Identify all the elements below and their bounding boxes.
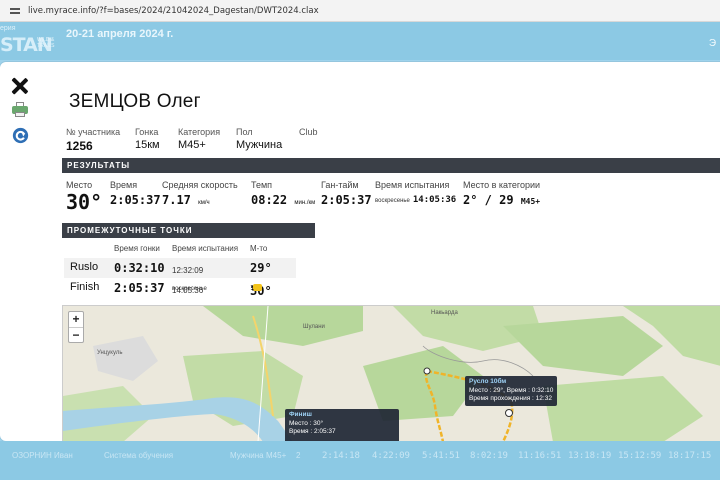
rank-change: 1 — [250, 284, 255, 292]
category-value: M45+ — [178, 139, 206, 151]
map-label-village: Шулани — [303, 324, 325, 330]
split-row-finish: Finish 2:05:37 воскресенье 14:05:36 30° 1 — [70, 281, 272, 298]
split-col-race-time: Время гонки — [114, 244, 160, 253]
bib-value: 1256 — [66, 139, 93, 153]
close-icon[interactable] — [11, 77, 29, 95]
map-label-town: Унцукуль — [97, 350, 123, 356]
pace-label: Темп — [251, 180, 273, 190]
avg-speed-label: Средняя скорость — [162, 180, 238, 190]
category-place-value: 2° / 29 M45+ — [463, 193, 541, 207]
bib-label: № участника — [66, 127, 121, 137]
header-corner-text: Э — [708, 38, 716, 49]
browser-address-bar[interactable]: live.myrace.info/?f=bases/2024/21042024_… — [0, 0, 720, 22]
race-label: Гонка — [135, 127, 159, 137]
category-place-label: Место в категории — [463, 180, 541, 190]
refresh-icon[interactable] — [12, 127, 29, 144]
gender-value: Мужчина — [236, 139, 283, 151]
club-label: Club — [299, 127, 318, 137]
logo-subtitle: WILD & TRAILS — [37, 37, 55, 49]
time-value: 2:05:37 — [110, 193, 161, 207]
route-map[interactable]: + − Унцукуль Шулани Накьарда Русло 10бм … — [62, 305, 720, 441]
athlete-details-modal: ЗЕМЦОВ Олег № участника Гонка Категория … — [0, 62, 720, 441]
print-icon[interactable] — [12, 102, 28, 118]
pace-value: 08:22 мин./км — [251, 193, 316, 207]
time-label: Время — [110, 180, 138, 190]
athlete-name: ЗЕМЦОВ Олег — [69, 91, 201, 112]
race-value: 15км — [135, 139, 160, 151]
gender-label: Пол — [236, 127, 253, 137]
gun-time-value: 2:05:37 — [321, 193, 372, 207]
trial-time-value: воскресенье 14:05:36 — [375, 195, 457, 205]
event-date: 20-21 апреля 2024 г. — [66, 28, 174, 40]
zoom-controls: + − — [68, 311, 84, 343]
thumb-down-icon — [253, 284, 262, 291]
results-header: РЕЗУЛЬТАТЫ — [62, 158, 720, 173]
zoom-out-button[interactable]: − — [69, 327, 83, 342]
place-label: Место — [66, 180, 93, 190]
background-results-row: ОЗОРНИН Иван Система обучения Мужчина M4… — [0, 441, 720, 480]
trial-time-label: Время испытания — [375, 180, 450, 190]
zoom-in-button[interactable]: + — [69, 312, 83, 327]
splits-header: ПРОМЕЖУТОЧНЫЕ ТОЧКИ — [62, 223, 315, 238]
map-popup-ruslo: Русло 10бм Место : 29°, Время : 0:32:10 … — [465, 376, 558, 406]
site-header: ерия STAN WILD & TRAILS 20-21 апреля 202… — [0, 22, 720, 60]
category-label: Категория — [178, 127, 221, 137]
split-row-ruslo: Ruslo 0:32:10 12:32:09 29° — [64, 258, 296, 278]
split-col-place: М-то — [250, 244, 268, 253]
logo-small-text: ерия — [0, 25, 16, 32]
map-label-village-2: Накьарда — [431, 310, 458, 316]
avg-speed-value: 7.17 км/ч — [162, 193, 210, 207]
url-text[interactable]: live.myrace.info/?f=bases/2024/21042024_… — [28, 6, 319, 16]
map-popup-finish: Финиш Место : 30° Время : 2:05:37 — [285, 409, 399, 441]
site-settings-icon[interactable] — [10, 6, 20, 16]
place-value: 30° — [66, 190, 103, 214]
split-col-trial-time: Время испытания — [172, 244, 239, 253]
gun-time-label: Ган-тайм — [321, 180, 359, 190]
